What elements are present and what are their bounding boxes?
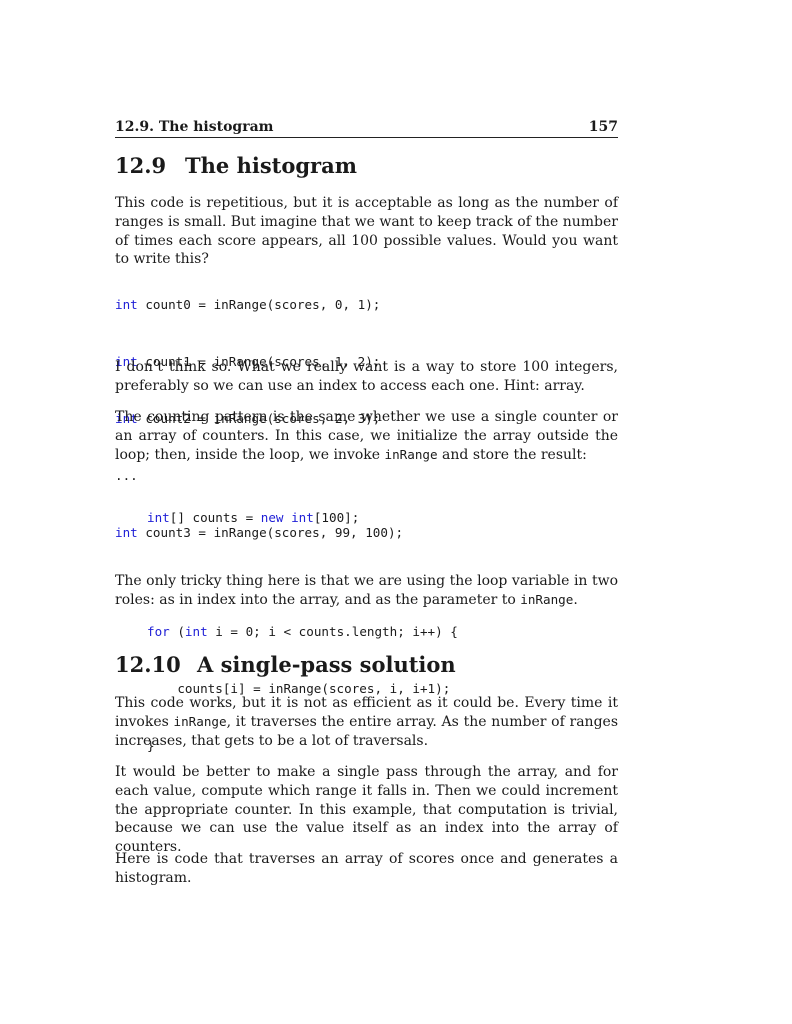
code-line: int count0 = inRange(scores, 0, 1); bbox=[115, 297, 381, 312]
paragraph-tricky-thing: The only tricky thing here is that we ar… bbox=[115, 573, 618, 608]
header-section-label: 12.9. The histogram bbox=[115, 119, 274, 135]
inline-code: inRange bbox=[173, 713, 227, 729]
code-line: for (int i = 0; i < counts.length; i++) … bbox=[147, 624, 458, 639]
paragraph-histogram-code: Here is code that traverses an array of … bbox=[115, 851, 618, 886]
page-number: 157 bbox=[588, 119, 618, 135]
code-line: int[] counts = new int[100]; bbox=[147, 510, 360, 525]
section-number: 12.10 bbox=[115, 652, 181, 677]
paragraph-array-hint: I don’t think so. What we really want is… bbox=[115, 359, 618, 394]
paragraph-efficiency: This code works, but it is not as effici… bbox=[115, 695, 618, 749]
section-heading-histogram: 12.9 The histogram bbox=[115, 153, 357, 179]
section-title: The histogram bbox=[185, 153, 357, 178]
section-heading-single-pass: 12.10 A single-pass solution bbox=[115, 652, 456, 678]
section-title: A single-pass solution bbox=[197, 652, 456, 677]
paragraph-single-pass: It would be better to make a single pass… bbox=[115, 764, 618, 856]
inline-code: inRange bbox=[384, 446, 438, 462]
paragraph-counting-pattern: The counting pattern is the same whether… bbox=[115, 409, 618, 463]
section-number: 12.9 bbox=[115, 153, 167, 178]
inline-code: inRange bbox=[520, 591, 574, 607]
running-header: 12.9. The histogram 157 bbox=[115, 119, 618, 138]
